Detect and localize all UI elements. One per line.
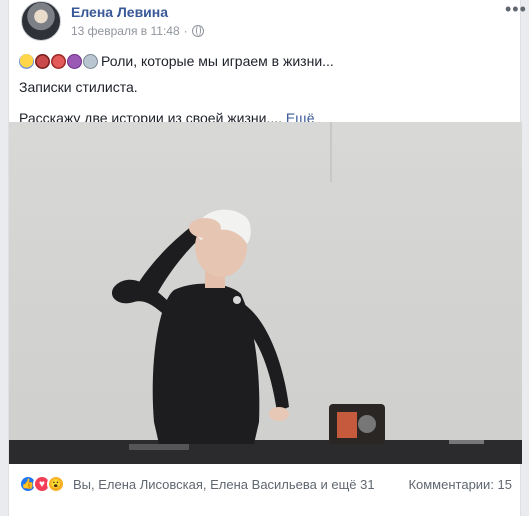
post-header: Елена Левина 13 февраля в 11:48 · ••• — [19, 0, 526, 44]
reactors-summary[interactable]: Вы, Елена Лисовская, Елена Васильева и е… — [73, 477, 375, 492]
camera-panel — [337, 412, 357, 438]
imp-devil-emoji — [67, 54, 82, 69]
brooch — [233, 296, 241, 304]
table-item — [129, 444, 189, 450]
post-line-1: Роли, которые мы играем в жизни... — [19, 50, 509, 72]
post-meta: 13 февраля в 11:48 · — [71, 24, 204, 38]
table — [9, 440, 522, 464]
alien-emoji — [83, 54, 98, 69]
goblin-mask-emoji — [51, 54, 66, 69]
author-name[interactable]: Елена Левина — [71, 4, 168, 20]
date-separator: · — [183, 24, 188, 38]
table-paper — [449, 440, 484, 444]
hand-on-forehead — [189, 218, 221, 238]
post-footer: 👍 ♥ 😮 Вы, Елена Лисовская, Елена Василье… — [19, 471, 512, 497]
more-options-icon[interactable]: ••• — [505, 0, 526, 18]
post-card: Елена Левина 13 февраля в 11:48 · ••• Ро… — [8, 0, 526, 516]
post-date[interactable]: 13 февраля в 11:48 — [71, 24, 180, 38]
hand-right — [269, 407, 289, 421]
reaction-icons[interactable]: 👍 ♥ 😮 — [19, 475, 65, 493]
clown-face-emoji — [19, 54, 34, 69]
wow-icon: 😮 — [47, 475, 65, 493]
post-line-1-text: Роли, которые мы играем в жизни... — [101, 53, 334, 69]
post-line-2: Записки стилиста. — [19, 79, 138, 95]
post-photo[interactable] — [9, 122, 522, 464]
emoji-row — [19, 54, 98, 69]
ogre-mask-emoji — [35, 54, 50, 69]
camera-lens — [358, 415, 376, 433]
comments-count[interactable]: Комментарии: 15 — [408, 477, 512, 492]
post-text: Роли, которые мы играем в жизни... Запис… — [19, 50, 509, 129]
photo-illustration — [9, 122, 522, 464]
author-avatar[interactable] — [21, 1, 61, 41]
globe-icon[interactable] — [191, 25, 204, 37]
